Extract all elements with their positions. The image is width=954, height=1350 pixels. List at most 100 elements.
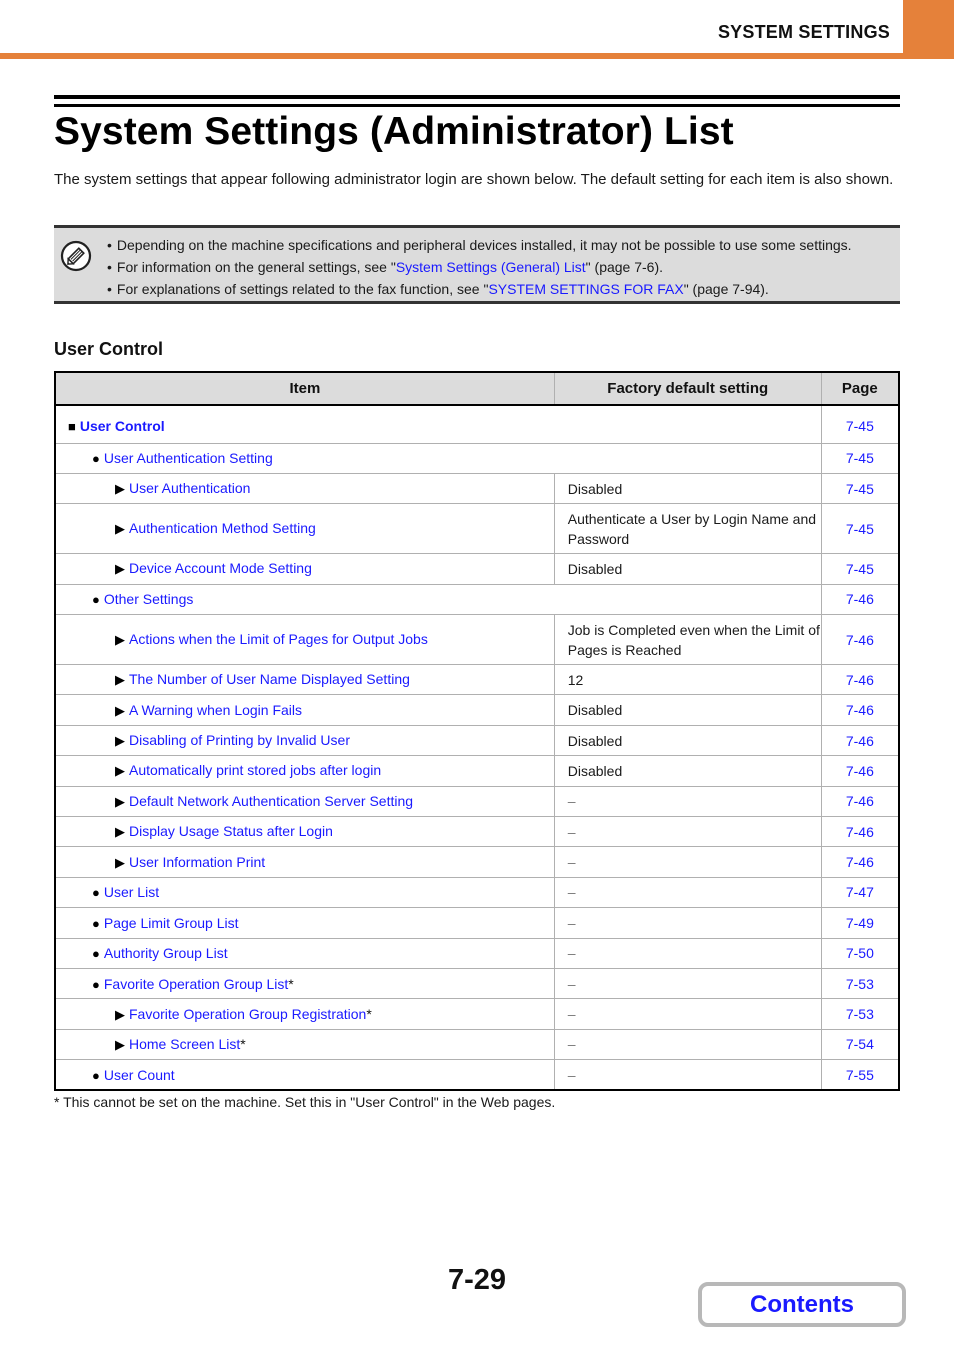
default-setting-cell: Disabled [554, 724, 822, 756]
page-link[interactable]: 7-46 [821, 724, 899, 756]
page-link[interactable]: 7-46 [821, 583, 899, 615]
square-bullet-icon: ■ [68, 419, 76, 435]
default-setting-cell: Disabled [554, 755, 822, 787]
table-row: ▶ Device Account Mode Setting Disabled 7-45 [55, 553, 899, 585]
page-link[interactable]: 7-47 [821, 876, 899, 908]
page-link[interactable]: 7-55 [821, 1059, 899, 1091]
item-cell: ■ User Control [55, 404, 822, 443]
triangle-bullet-icon: ▶ [115, 702, 125, 718]
item-link[interactable]: Home Screen List [129, 1036, 240, 1052]
item-cell: ▶ User Information Print [55, 846, 555, 878]
item-link[interactable]: Device Account Mode Setting [129, 560, 312, 576]
table-row: ● Page Limit Group List –7-49 [55, 907, 899, 939]
note-item: For explanations of settings related to … [107, 278, 852, 300]
default-setting-cell: – [554, 876, 822, 908]
table-row: ▶ User Authentication Disabled 7-45 [55, 472, 899, 504]
page-link[interactable]: 7-46 [821, 614, 899, 665]
table-row: ▶ Display Usage Status after Login –7-46 [55, 816, 899, 847]
item-link[interactable]: User Authentication Setting [104, 450, 273, 466]
item-link[interactable]: Favorite Operation Group List [104, 976, 288, 992]
footnote: * This cannot be set on the machine. Set… [54, 1094, 556, 1110]
settings-table: Item Factory default setting Page ■ User … [54, 371, 900, 1092]
table-row: ▶ Automatically print stored jobs after l… [55, 755, 899, 787]
item-cell: ▶ Actions when the Limit of Pages for Out… [55, 614, 555, 665]
item-link[interactable]: User Count [104, 1067, 175, 1083]
table-row: ● User Authentication Setting 7-45 [55, 442, 899, 474]
page-link[interactable]: 7-45 [821, 553, 899, 585]
item-link[interactable]: Automatically print stored jobs after lo… [129, 762, 381, 778]
general-settings-list-link[interactable]: System Settings (General) List [396, 259, 586, 275]
triangle-bullet-icon: ▶ [115, 854, 125, 870]
default-setting-cell: – [554, 785, 822, 817]
page-link[interactable]: 7-45 [821, 404, 899, 443]
page-link[interactable]: 7-53 [821, 967, 899, 999]
triangle-bullet-icon: ▶ [115, 561, 125, 577]
pencil-note-icon [60, 240, 92, 272]
page-title: System Settings (Administrator) List [54, 110, 734, 153]
page-link[interactable]: 7-53 [821, 998, 899, 1030]
triangle-bullet-icon: ▶ [115, 793, 125, 809]
page-link[interactable]: 7-46 [821, 785, 899, 817]
triangle-bullet-icon: ▶ [115, 672, 125, 688]
contents-button[interactable]: Contents [698, 1282, 906, 1327]
table-row: ■ User Control 7-45 [55, 404, 899, 443]
item-link[interactable]: User Information Print [129, 854, 265, 870]
item-link[interactable]: User List [104, 884, 159, 900]
item-cell: ▶ Default Network Authentication Server S… [55, 785, 555, 817]
table-row: ▶ Disabling of Printing by Invalid User Di… [55, 724, 899, 756]
item-link[interactable]: User Control [80, 418, 165, 434]
item-link[interactable]: Default Network Authentication Server Se… [129, 793, 413, 809]
item-cell: ● User Authentication Setting [55, 442, 822, 474]
default-setting-cell: Disabled [554, 472, 822, 504]
table-row: ● Other Settings 7-46 [55, 583, 899, 615]
item-link[interactable]: Display Usage Status after Login [129, 823, 333, 839]
page-link[interactable]: 7-45 [821, 442, 899, 474]
page-link[interactable]: 7-46 [821, 694, 899, 726]
item-link[interactable]: Authentication Method Setting [129, 520, 316, 536]
default-setting-cell: Disabled [554, 553, 822, 585]
page-link[interactable]: 7-45 [821, 503, 899, 554]
table-row: ● Favorite Operation Group List* –7-53 [55, 967, 899, 999]
item-link[interactable]: Favorite Operation Group Registration [129, 1006, 366, 1022]
settings-table-body: ■ User Control 7-45 ● User Authentication Se… [55, 404, 899, 1091]
item-cell: ▶ Device Account Mode Setting [55, 553, 555, 585]
item-link[interactable]: Actions when the Limit of Pages for Outp… [129, 631, 428, 647]
default-setting-cell: – [554, 998, 822, 1030]
page-link[interactable]: 7-46 [821, 755, 899, 787]
triangle-bullet-icon: ▶ [115, 521, 125, 537]
page-link[interactable]: 7-50 [821, 937, 899, 969]
page-link[interactable]: 7-46 [821, 664, 899, 695]
item-link[interactable]: Other Settings [104, 591, 194, 607]
footnote-asterisk: * [366, 1005, 372, 1022]
item-cell: ▶ User Authentication [55, 472, 555, 504]
default-setting-cell: 12 [554, 664, 822, 695]
item-link[interactable]: Page Limit Group List [104, 915, 239, 931]
triangle-bullet-icon: ▶ [115, 824, 125, 840]
page-link[interactable]: 7-45 [821, 472, 899, 504]
item-link[interactable]: The Number of User Name Displayed Settin… [129, 671, 410, 687]
circle-bullet-icon: ● [92, 915, 100, 931]
default-setting-cell: – [554, 907, 822, 939]
section-tab-marker [903, 0, 954, 59]
item-link[interactable]: A Warning when Login Fails [129, 702, 302, 718]
page-link[interactable]: 7-54 [821, 1028, 899, 1060]
default-setting-cell: – [554, 816, 822, 847]
page-link[interactable]: 7-46 [821, 816, 899, 847]
circle-bullet-icon: ● [92, 451, 100, 467]
table-row: ● User List –7-47 [55, 876, 899, 908]
page-link[interactable]: 7-49 [821, 907, 899, 939]
page-link[interactable]: 7-46 [821, 846, 899, 878]
title-rule-thick [54, 95, 900, 99]
item-link[interactable]: Disabling of Printing by Invalid User [129, 732, 350, 748]
section-header-title: SYSTEM SETTINGS [717, 22, 890, 42]
item-link[interactable]: User Authentication [129, 480, 250, 496]
circle-bullet-icon: ● [92, 592, 100, 608]
table-row: ▶ Actions when the Limit of Pages for Out… [55, 614, 899, 665]
item-cell: ● Page Limit Group List [55, 907, 555, 939]
fax-settings-link[interactable]: SYSTEM SETTINGS FOR FAX [488, 281, 683, 297]
item-link[interactable]: Authority Group List [104, 945, 228, 961]
triangle-bullet-icon: ▶ [115, 733, 125, 749]
intro-paragraph: The system settings that appear followin… [54, 171, 894, 188]
default-setting-cell: Disabled [554, 694, 822, 726]
title-rule-thin [54, 104, 900, 107]
